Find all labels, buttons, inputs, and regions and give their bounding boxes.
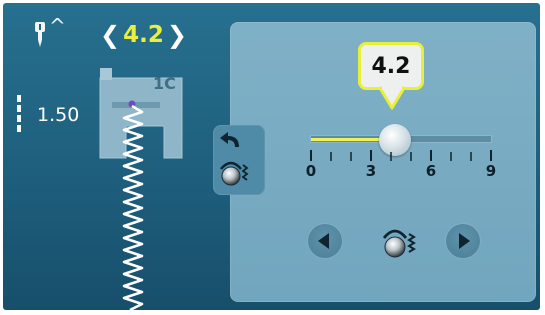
stitch-width-value: 4.2 <box>123 22 164 48</box>
presser-foot-label: 1C <box>153 74 176 93</box>
arrow-left-icon <box>318 233 329 249</box>
thread-tension-icon <box>220 161 249 186</box>
next-button[interactable] <box>446 224 480 258</box>
chevron-right-icon: ❯ <box>166 21 187 49</box>
stitch-width-display[interactable]: ❮ 4.2 ❯ <box>100 22 187 48</box>
slider-tick-label: 0 <box>305 162 317 180</box>
slider-tick-label: 9 <box>485 162 497 180</box>
thread-tension-icon <box>382 229 416 258</box>
prev-button[interactable] <box>308 224 342 258</box>
value-tooltip-pointer <box>378 86 406 110</box>
chevron-left-icon: ❮ <box>100 21 121 49</box>
needle-position-icon <box>17 95 21 132</box>
back-arrow-icon <box>220 132 239 147</box>
zigzag-stitch-preview <box>122 100 144 310</box>
value-tooltip-text: 4.2 <box>371 53 411 79</box>
slider-tick-label: 3 <box>365 162 377 180</box>
arrow-right-icon <box>459 233 470 249</box>
needle-position-value: 1.50 <box>37 104 80 126</box>
slider-tick-label: 6 <box>425 162 437 180</box>
slider-ticks <box>310 150 492 161</box>
value-tooltip: 4.2 <box>358 42 424 90</box>
needle-up-caret: ^ <box>49 14 66 38</box>
needle-icon <box>35 22 45 47</box>
